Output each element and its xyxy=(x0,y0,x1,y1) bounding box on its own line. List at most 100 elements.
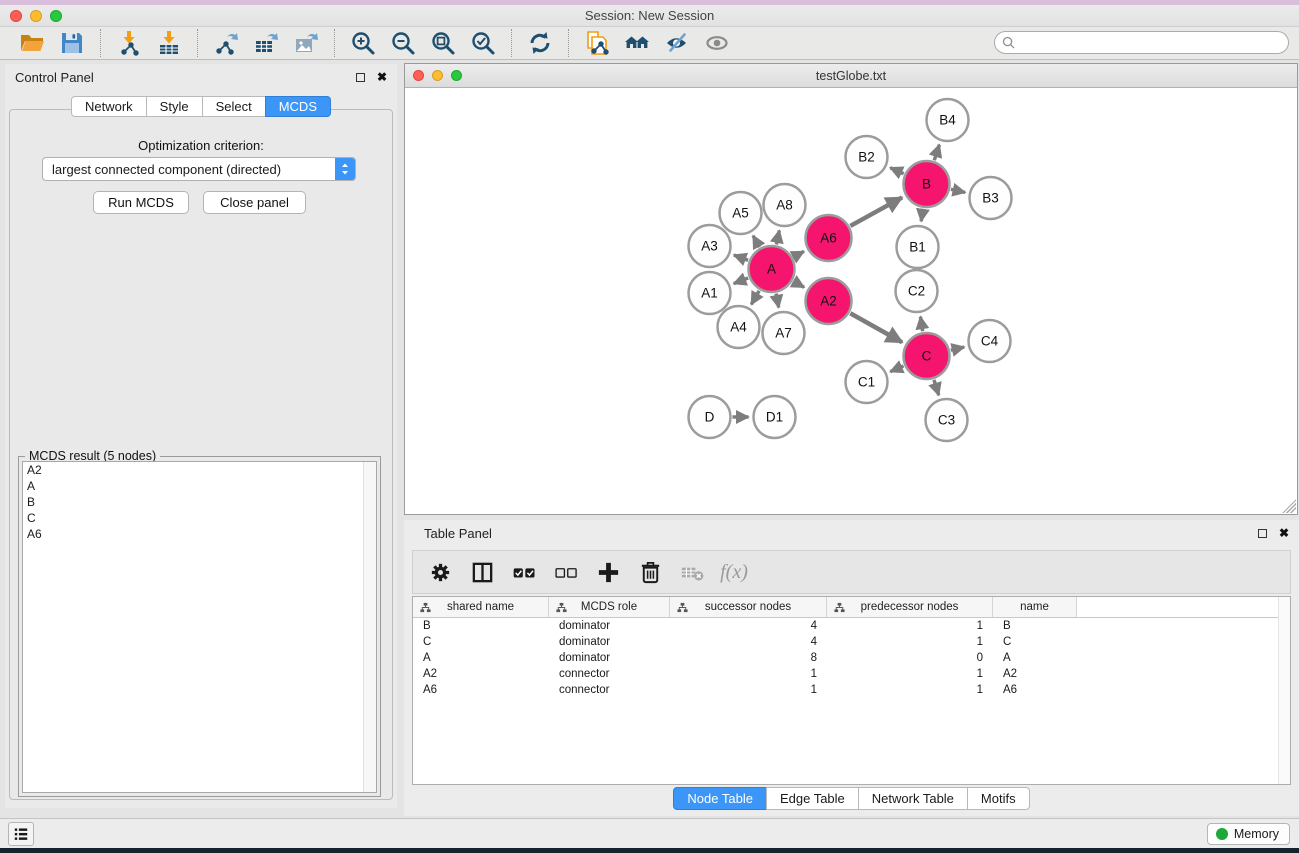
float-panel-icon[interactable] xyxy=(356,73,365,82)
tab-select[interactable]: Select xyxy=(202,96,266,117)
add-row-icon[interactable] xyxy=(593,557,623,587)
zoom-in-icon[interactable] xyxy=(348,29,378,57)
graph-edge-B-B2[interactable] xyxy=(890,168,903,174)
zoom-out-icon[interactable] xyxy=(388,29,418,57)
column-header-predecessor-nodes[interactable]: predecessor nodes xyxy=(827,597,993,617)
graph-node-B1[interactable]: B1 xyxy=(897,226,939,268)
graph-edge-B-B1[interactable] xyxy=(921,209,923,222)
graph-edge-A-A2[interactable] xyxy=(793,281,804,287)
task-history-button[interactable] xyxy=(8,822,34,846)
table-tab-network-table[interactable]: Network Table xyxy=(858,787,968,810)
close-panel-button[interactable]: Close panel xyxy=(203,191,306,214)
graph-node-C1[interactable]: C1 xyxy=(846,361,888,403)
graph-node-A[interactable]: A xyxy=(749,246,795,292)
column-header-name[interactable]: name xyxy=(993,597,1077,617)
toggle-visibility-icon[interactable] xyxy=(662,29,692,57)
delete-row-icon[interactable] xyxy=(635,557,665,587)
import-table-icon[interactable] xyxy=(154,29,184,57)
column-header-successor-nodes[interactable]: successor nodes xyxy=(670,597,827,617)
graph-node-A4[interactable]: A4 xyxy=(718,306,760,348)
show-hidden-icon[interactable] xyxy=(702,29,732,57)
table-row[interactable]: A6connector11A6 xyxy=(413,682,1290,698)
export-table-icon[interactable] xyxy=(251,29,281,57)
mcds-result-item[interactable]: A6 xyxy=(23,526,376,542)
refresh-icon[interactable] xyxy=(525,29,555,57)
graph-node-B2[interactable]: B2 xyxy=(846,136,888,178)
graph-edge-A-A7[interactable] xyxy=(776,294,779,308)
graph-edge-C-C2[interactable] xyxy=(920,317,922,332)
zoom-selected-icon[interactable] xyxy=(468,29,498,57)
column-header-shared-name[interactable]: shared name xyxy=(413,597,549,617)
graph-edge-B-B4[interactable] xyxy=(934,145,939,161)
unselect-all-columns-icon[interactable] xyxy=(551,557,581,587)
graph-edge-C-C1[interactable] xyxy=(890,366,903,372)
mcds-result-item[interactable]: B xyxy=(23,494,376,510)
graph-node-A3[interactable]: A3 xyxy=(689,225,731,267)
export-network-icon[interactable] xyxy=(211,29,241,57)
tab-network[interactable]: Network xyxy=(71,96,147,117)
run-mcds-button[interactable]: Run MCDS xyxy=(93,191,189,214)
graph-edge-A-A1[interactable] xyxy=(734,278,748,284)
memory-button[interactable]: Memory xyxy=(1207,823,1290,845)
graph-node-D[interactable]: D xyxy=(689,396,731,438)
graph-node-C4[interactable]: C4 xyxy=(969,320,1011,362)
settings-gear-icon[interactable] xyxy=(425,557,455,587)
mcds-result-item[interactable]: A2 xyxy=(23,462,376,478)
mcds-result-item[interactable]: C xyxy=(23,510,376,526)
save-session-icon[interactable] xyxy=(57,29,87,57)
column-header-mcds-role[interactable]: MCDS role xyxy=(549,597,670,617)
graph-node-B[interactable]: B xyxy=(904,161,950,207)
table-close-panel-icon[interactable]: ✖ xyxy=(1279,527,1289,539)
table-scrollbar[interactable] xyxy=(1278,597,1290,784)
graph-edge-A-A4[interactable] xyxy=(751,291,759,305)
show-columns-icon[interactable] xyxy=(467,557,497,587)
close-panel-icon[interactable]: ✖ xyxy=(377,71,387,83)
network-window-titlebar[interactable]: testGlobe.txt xyxy=(405,64,1297,88)
graph-edge-A2-C[interactable] xyxy=(850,313,902,342)
graph-node-B3[interactable]: B3 xyxy=(970,177,1012,219)
table-tab-node-table[interactable]: Node Table xyxy=(673,787,767,810)
network-canvas[interactable]: B4 B2 B B3 A5A8A6 A3 B1 A A1 A2 C2 A4A7 C C4 C1 C3 D D1 xyxy=(405,88,1297,514)
resize-grip[interactable] xyxy=(1282,499,1296,513)
zoom-fit-icon[interactable] xyxy=(428,29,458,57)
table-tab-motifs[interactable]: Motifs xyxy=(967,787,1030,810)
graph-edge-C-C4[interactable] xyxy=(951,347,964,350)
graph-edge-C-C3[interactable] xyxy=(934,380,939,395)
table-row[interactable]: Cdominator41C xyxy=(413,634,1290,650)
graph-edge-A-A5[interactable] xyxy=(753,236,759,247)
home-networks-icon[interactable] xyxy=(622,29,652,57)
graph-node-D1[interactable]: D1 xyxy=(754,396,796,438)
graph-edge-B-B3[interactable] xyxy=(951,189,965,192)
result-list-scrollbar[interactable] xyxy=(363,462,376,792)
duplicate-network-icon[interactable] xyxy=(582,29,612,57)
select-all-columns-icon[interactable] xyxy=(509,557,539,587)
graph-node-A5[interactable]: A5 xyxy=(720,192,762,234)
search-box[interactable] xyxy=(994,31,1289,54)
export-image-icon[interactable] xyxy=(291,29,321,57)
graph-node-C2[interactable]: C2 xyxy=(896,270,938,312)
graph-node-C3[interactable]: C3 xyxy=(926,399,968,441)
graph-node-A7[interactable]: A7 xyxy=(763,312,805,354)
criterion-dropdown[interactable]: largest connected component (directed) xyxy=(42,157,356,181)
mcds-result-item[interactable]: A xyxy=(23,478,376,494)
tab-style[interactable]: Style xyxy=(146,96,203,117)
search-input[interactable] xyxy=(1020,36,1288,50)
graph-node-A6[interactable]: A6 xyxy=(806,215,852,261)
graph-node-B4[interactable]: B4 xyxy=(927,99,969,141)
graph-edge-A-A6[interactable] xyxy=(793,251,803,257)
import-network-icon[interactable] xyxy=(114,29,144,57)
tab-mcds[interactable]: MCDS xyxy=(265,96,331,117)
table-row[interactable]: A2connector11A2 xyxy=(413,666,1290,682)
graph-node-A8[interactable]: A8 xyxy=(764,184,806,226)
graph-edge-A6-B[interactable] xyxy=(850,198,902,226)
table-tab-edge-table[interactable]: Edge Table xyxy=(766,787,859,810)
table-row[interactable]: Adominator80A xyxy=(413,650,1290,666)
graph-node-C[interactable]: C xyxy=(904,333,950,379)
open-session-icon[interactable] xyxy=(17,29,47,57)
graph-edge-A-A3[interactable] xyxy=(734,255,748,260)
graph-node-A1[interactable]: A1 xyxy=(689,272,731,314)
graph-node-A2[interactable]: A2 xyxy=(806,278,852,324)
table-row[interactable]: Bdominator41B xyxy=(413,618,1290,634)
graph-edge-A-A8[interactable] xyxy=(776,230,779,244)
table-float-panel-icon[interactable] xyxy=(1258,529,1267,538)
